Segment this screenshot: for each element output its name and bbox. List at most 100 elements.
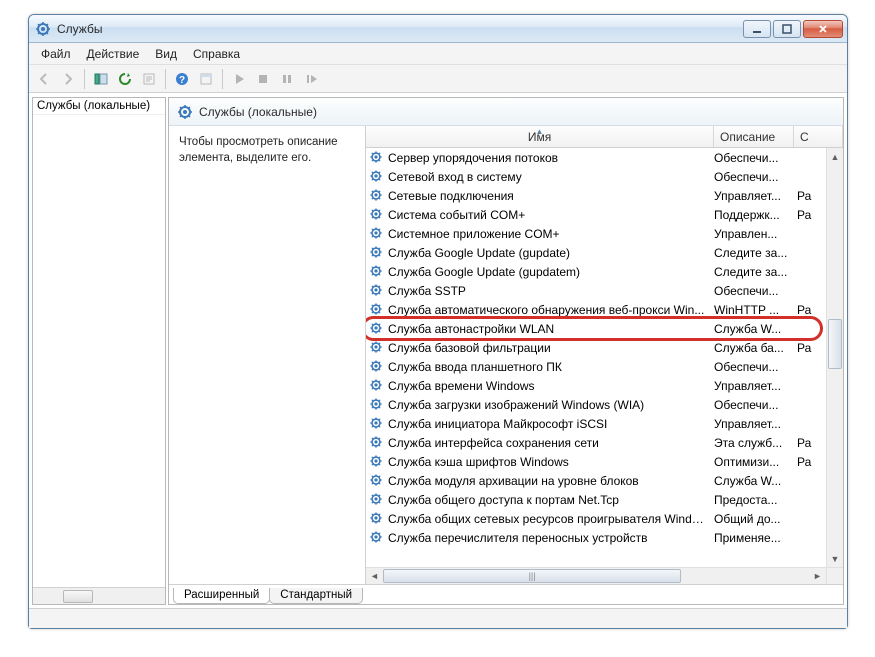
column-status[interactable]: С [794,126,843,147]
service-name: Служба времени Windows [388,379,714,393]
service-icon [369,511,385,527]
table-row[interactable]: Служба базовой фильтрацииСлужба ба...Ра [366,338,843,357]
stop-button[interactable] [252,68,274,90]
service-desc: Обеспечи... [714,284,794,298]
refresh-button[interactable] [114,68,136,90]
restart-button[interactable] [300,68,322,90]
scroll-left-icon[interactable]: ◄ [366,571,383,581]
table-row[interactable]: Служба модуля архивации на уровне блоков… [366,471,843,490]
service-name: Служба инициатора Майкрософт iSCSI [388,417,714,431]
column-name[interactable]: ▲Имя [366,126,714,147]
tab-extended[interactable]: Расширенный [173,588,270,604]
help-button[interactable]: ? [171,68,193,90]
tab-standard[interactable]: Стандартный [269,588,363,604]
service-name: Служба автоматического обнаружения веб-п… [388,303,714,317]
export-button[interactable] [138,68,160,90]
service-icon [369,473,385,489]
service-desc: Обеспечи... [714,151,794,165]
column-description[interactable]: Описание [714,126,794,147]
table-row[interactable]: Служба общего доступа к портам Net.TcpПр… [366,490,843,509]
table-row[interactable]: Системное приложение COM+Управлен... [366,224,843,243]
service-icon [369,492,385,508]
table-row[interactable]: Служба Google Update (gupdatem)Следите з… [366,262,843,281]
show-hide-tree-button[interactable] [90,68,112,90]
vscrollbar[interactable]: ▲ ▼ [826,148,843,567]
service-desc: Следите за... [714,265,794,279]
table-row[interactable]: Служба перечислителя переносных устройст… [366,528,843,547]
service-name: Служба SSTP [388,284,714,298]
table-row[interactable]: Служба времени WindowsУправляет... [366,376,843,395]
service-name: Сетевой вход в систему [388,170,714,184]
table-row[interactable]: Служба SSTPОбеспечи... [366,281,843,300]
service-icon [369,226,385,242]
service-desc: WinHTTP ... [714,303,794,317]
service-icon [369,188,385,204]
column-headers: ▲Имя Описание С [366,126,843,148]
pause-button[interactable] [276,68,298,90]
service-desc: Следите за... [714,246,794,260]
table-row[interactable]: Служба автонастройки WLANСлужба W... [366,319,843,338]
menu-view[interactable]: Вид [147,45,185,63]
window-controls [743,20,843,38]
menu-help[interactable]: Справка [185,45,248,63]
service-icon [369,435,385,451]
service-desc: Общий до... [714,512,794,526]
services-icon [177,104,193,120]
service-name: Служба ввода планшетного ПК [388,360,714,374]
table-row[interactable]: Служба инициатора Майкрософт iSCSIУправл… [366,414,843,433]
service-icon [369,416,385,432]
start-button[interactable] [228,68,250,90]
table-row[interactable]: Служба ввода планшетного ПКОбеспечи... [366,357,843,376]
service-name: Служба Google Update (gupdatem) [388,265,714,279]
service-icon [369,150,385,166]
left-hscrollbar[interactable] [33,587,165,604]
table-row[interactable]: Система событий COM+Поддержк...Ра [366,205,843,224]
tree-item-local-services[interactable]: Службы (локальные) [33,98,165,115]
scroll-right-icon[interactable]: ► [809,571,826,581]
scroll-down-icon[interactable]: ▼ [827,550,843,567]
hscrollbar[interactable]: ◄ ||| ► [366,567,826,584]
table-row[interactable]: Служба Google Update (gupdate)Следите за… [366,243,843,262]
statusbar [29,608,847,628]
table-row[interactable]: Сетевой вход в системуОбеспечи... [366,167,843,186]
details-header: Службы (локальные) [169,98,843,126]
menu-file[interactable]: Файл [33,45,79,63]
properties-button[interactable] [195,68,217,90]
service-desc: Служба W... [714,474,794,488]
service-name: Служба модуля архивации на уровне блоков [388,474,714,488]
service-icon [369,207,385,223]
table-row[interactable]: Служба кэша шрифтов WindowsОптимизи...Ра [366,452,843,471]
table-row[interactable]: Служба интерфейса сохранения сетиЭта слу… [366,433,843,452]
service-desc: Обеспечи... [714,398,794,412]
toolbar-sep [165,69,166,89]
nav-back-button[interactable] [33,68,55,90]
menu-action[interactable]: Действие [79,45,148,63]
content-area: Службы (локальные) Службы (локальные) Чт… [29,93,847,608]
scrollbar-thumb[interactable] [63,590,93,603]
details-body: Чтобы просмотреть описание элемента, выд… [169,126,843,584]
maximize-button[interactable] [773,20,801,38]
scroll-up-icon[interactable]: ▲ [827,148,843,165]
service-desc: Поддержк... [714,208,794,222]
titlebar[interactable]: Службы [29,15,847,43]
table-row[interactable]: Служба автоматического обнаружения веб-п… [366,300,843,319]
toolbar-sep [222,69,223,89]
nav-forward-button[interactable] [57,68,79,90]
service-desc: Управлен... [714,227,794,241]
table-row[interactable]: Сервер упорядочения потоковОбеспечи... [366,148,843,167]
table-row[interactable]: Служба загрузки изображений Windows (WIA… [366,395,843,414]
minimize-button[interactable] [743,20,771,38]
service-icon [369,169,385,185]
service-icon [369,454,385,470]
details-pane: Службы (локальные) Чтобы просмотреть опи… [168,97,844,605]
table-row[interactable]: Сетевые подключенияУправляет...Ра [366,186,843,205]
service-icon [369,397,385,413]
service-icon [369,321,385,337]
close-button[interactable] [803,20,843,38]
services-window: Службы Файл Действие Вид Справка ? Служб… [28,14,848,629]
service-desc: Служба ба... [714,341,794,355]
vscroll-thumb[interactable] [828,319,842,369]
service-icon [369,302,385,318]
hscroll-thumb[interactable]: ||| [383,569,681,583]
table-row[interactable]: Служба общих сетевых ресурсов проигрыват… [366,509,843,528]
